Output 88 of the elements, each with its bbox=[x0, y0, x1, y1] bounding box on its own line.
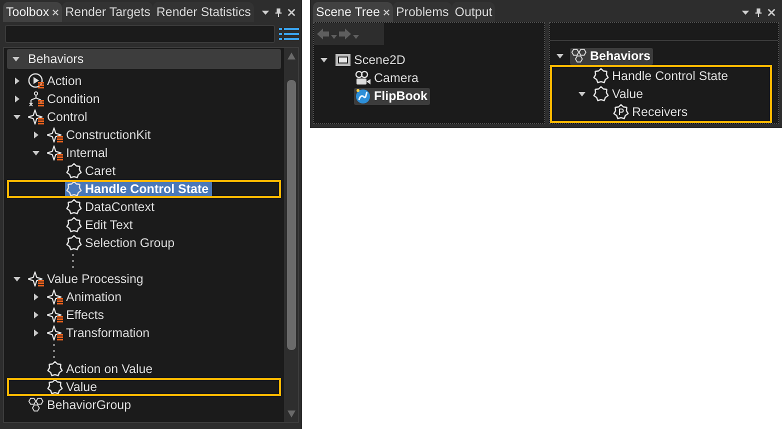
tree-item[interactable]: Handle Control State bbox=[612, 69, 728, 83]
scroll-down-icon[interactable] bbox=[286, 410, 296, 418]
tree-item[interactable]: Condition bbox=[47, 92, 100, 106]
tree-item[interactable]: Animation bbox=[66, 290, 122, 304]
close-icon[interactable] bbox=[52, 8, 60, 16]
tree-item[interactable]: Value bbox=[612, 87, 644, 101]
dropdown-icon[interactable] bbox=[261, 8, 270, 16]
tree-item[interactable]: Internal bbox=[66, 146, 108, 160]
item-label: Handle Control State bbox=[85, 182, 209, 196]
scrollbar[interactable] bbox=[284, 48, 298, 422]
panel-tab[interactable]: Scene Tree bbox=[313, 2, 393, 22]
sparkle-icon bbox=[28, 271, 44, 287]
tree-item[interactable]: Receivers bbox=[632, 105, 688, 119]
dropdown-icon[interactable] bbox=[741, 8, 750, 16]
expanded-arrow-icon[interactable] bbox=[556, 52, 564, 60]
scroll-thumb[interactable] bbox=[286, 80, 296, 350]
tree-item[interactable]: Camera bbox=[374, 71, 418, 85]
film-frame-icon bbox=[335, 52, 351, 68]
list-view-icon[interactable] bbox=[279, 27, 299, 41]
gear-outline-icon bbox=[613, 104, 629, 120]
tree-item[interactable]: DataContext bbox=[85, 200, 154, 214]
close-icon[interactable] bbox=[767, 8, 776, 16]
collapsed-arrow-icon[interactable] bbox=[32, 329, 40, 337]
branch-icon bbox=[28, 91, 44, 107]
collapsed-arrow-icon[interactable] bbox=[32, 311, 40, 319]
tree-item[interactable]: Transformation bbox=[66, 326, 150, 340]
tree-item[interactable]: Action bbox=[47, 74, 82, 88]
panel-tab[interactable]: Render Targets bbox=[62, 2, 154, 22]
round-image-icon bbox=[355, 88, 371, 104]
gear-outline-icon bbox=[593, 68, 609, 84]
sparkle-icon bbox=[47, 289, 63, 305]
collapsed-arrow-icon[interactable] bbox=[32, 293, 40, 301]
pin-icon[interactable] bbox=[754, 8, 763, 16]
tree-item[interactable]: Selection Group bbox=[85, 236, 175, 250]
gear-outline-icon bbox=[593, 86, 609, 102]
gear-outline-icon bbox=[66, 235, 82, 251]
sparkle-icon bbox=[28, 109, 44, 125]
tree-item[interactable]: Value bbox=[66, 380, 98, 394]
ellipsis-icon bbox=[71, 252, 75, 270]
tree-item[interactable]: BehaviorGroup bbox=[47, 398, 132, 412]
close-icon[interactable] bbox=[382, 8, 390, 16]
tree-item[interactable]: Action on Value bbox=[66, 362, 153, 376]
hexagons-icon bbox=[571, 48, 587, 64]
panel-tab[interactable]: Toolbox bbox=[3, 2, 62, 22]
play-icon bbox=[28, 73, 44, 89]
tree-item[interactable]: Control bbox=[47, 110, 88, 124]
tree-item[interactable]: Effects bbox=[66, 308, 104, 322]
category-header[interactable]: Behaviors bbox=[7, 49, 281, 69]
selected-tree-item[interactable]: Handle Control State bbox=[65, 180, 212, 198]
selected-tree-item[interactable]: FlipBook bbox=[354, 88, 430, 104]
expanded-arrow-icon[interactable] bbox=[13, 275, 21, 283]
camera-icon bbox=[355, 70, 371, 86]
scroll-up-icon[interactable] bbox=[286, 52, 296, 60]
gear-outline-icon bbox=[66, 181, 82, 197]
expanded-arrow-icon[interactable] bbox=[13, 113, 21, 121]
hexagons-icon bbox=[28, 397, 44, 413]
sparkle-icon bbox=[47, 127, 63, 143]
search-field[interactable] bbox=[5, 25, 275, 43]
expanded-arrow-icon[interactable] bbox=[12, 55, 20, 63]
pin-icon[interactable] bbox=[274, 8, 283, 16]
close-icon[interactable] bbox=[287, 8, 296, 16]
selected-tree-item[interactable]: Behaviors bbox=[570, 48, 654, 64]
collapsed-arrow-icon[interactable] bbox=[13, 77, 21, 85]
gear-outline-icon bbox=[47, 379, 63, 395]
gear-outline-icon bbox=[47, 361, 63, 377]
item-label: FlipBook bbox=[374, 89, 428, 103]
expanded-arrow-icon[interactable] bbox=[320, 56, 328, 64]
collapsed-arrow-icon[interactable] bbox=[32, 131, 40, 139]
item-label: Behaviors bbox=[590, 49, 650, 63]
tree-item[interactable]: Caret bbox=[85, 164, 116, 178]
panel-tab[interactable]: Problems bbox=[392, 2, 452, 22]
panel-tab[interactable]: Render Statistics bbox=[153, 2, 254, 22]
sparkle-icon bbox=[47, 325, 63, 341]
ellipsis-icon bbox=[52, 342, 56, 360]
header-label: Behaviors bbox=[28, 52, 84, 66]
collapsed-arrow-icon[interactable] bbox=[13, 95, 21, 103]
sparkle-icon bbox=[47, 145, 63, 161]
tree-item[interactable]: ConstructionKit bbox=[66, 128, 151, 142]
expanded-arrow-icon[interactable] bbox=[32, 149, 40, 157]
tree-item[interactable]: Value Processing bbox=[47, 272, 144, 286]
gear-outline-icon bbox=[66, 163, 82, 179]
sparkle-icon bbox=[47, 307, 63, 323]
gear-outline-icon bbox=[66, 217, 82, 233]
gear-outline-icon bbox=[66, 199, 82, 215]
tree-item[interactable]: Scene2D bbox=[354, 53, 406, 67]
expanded-arrow-icon[interactable] bbox=[578, 90, 586, 98]
panel-tab[interactable]: Output bbox=[452, 2, 496, 22]
tree-item[interactable]: Edit Text bbox=[85, 218, 133, 232]
